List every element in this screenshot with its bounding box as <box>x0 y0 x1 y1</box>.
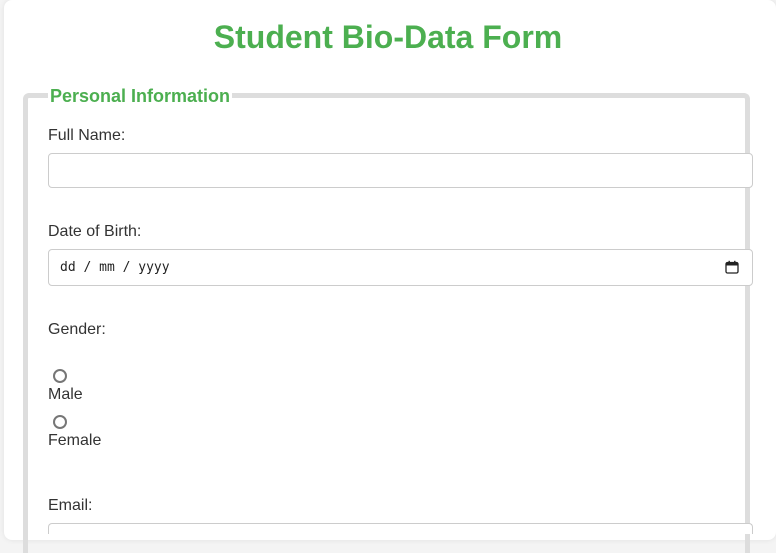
email-input[interactable] <box>48 523 753 534</box>
dob-label: Date of Birth: <box>48 223 142 240</box>
gender-label: Gender: <box>48 321 106 338</box>
calendar-icon[interactable] <box>725 260 739 274</box>
personal-info-legend: Personal Information <box>48 85 233 107</box>
page-title: Student Bio-Data Form <box>213 19 563 55</box>
full-name-label: Full Name: <box>48 127 126 144</box>
gender-male-radio[interactable] <box>53 369 67 383</box>
gender-female-radio[interactable] <box>53 415 67 429</box>
gender-female-label[interactable]: Female <box>48 431 101 451</box>
gender-male-label[interactable]: Male <box>48 385 83 405</box>
full-name-input[interactable] <box>48 153 753 188</box>
email-label: Email: <box>48 497 93 514</box>
dob-placeholder: dd / mm / yyyy <box>60 260 170 275</box>
dob-input[interactable]: dd / mm / yyyy <box>48 249 753 286</box>
